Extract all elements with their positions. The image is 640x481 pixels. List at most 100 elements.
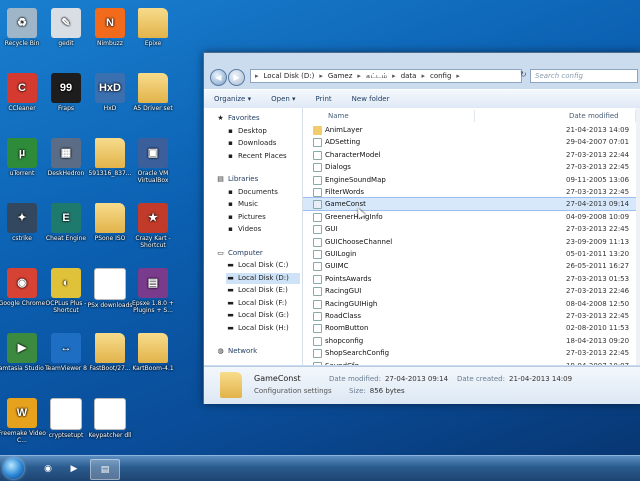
desktop-icon[interactable]: A5 Driver set bbox=[125, 73, 181, 112]
search-input[interactable]: Search config bbox=[530, 69, 638, 83]
nav-item[interactable]: ▬ Local Disk (E:) bbox=[226, 285, 288, 296]
file-row[interactable]: GUIMC26-05-2011 16:27XML Document28 bbox=[303, 260, 640, 272]
file-row[interactable]: PointsAwards27-03-2013 01:53XML Document… bbox=[303, 273, 640, 285]
breadcrumb-item[interactable]: Local Disk (D:) bbox=[264, 72, 315, 80]
refresh-icon[interactable]: ↻ bbox=[520, 70, 528, 82]
column-header[interactable]: Name bbox=[325, 110, 475, 122]
folder-icon bbox=[138, 8, 168, 38]
file-name: CharacterModel bbox=[325, 150, 381, 159]
file-row[interactable]: RoadClass27-03-2013 22:45XML Document13 bbox=[303, 310, 640, 322]
desktop-icon[interactable]: ▣ Oracle VM VirtualBox bbox=[125, 138, 181, 184]
taskbar-item[interactable]: ▶ bbox=[64, 459, 84, 478]
nav-item[interactable]: ▪ Videos bbox=[226, 224, 261, 235]
column-header[interactable]: Date modified bbox=[566, 110, 636, 122]
file-date: 19-04-2007 10:07 bbox=[566, 360, 636, 365]
file-row[interactable]: GameConst27-04-2013 09:14Configuration s… bbox=[303, 197, 640, 212]
folder-icon: ▪ bbox=[228, 187, 233, 196]
winrar-archive-icon: ▤ bbox=[138, 268, 168, 298]
command-bar: Organize ▾ Open ▾ Print New folder bbox=[204, 89, 640, 109]
breadcrumb-item[interactable]: config bbox=[430, 72, 451, 80]
file-row[interactable]: RacingGUIHigh08-04-2008 12:50XML Documen… bbox=[303, 298, 640, 310]
folder-icon: ▪ bbox=[228, 225, 233, 233]
file-name: RacingGUIHigh bbox=[325, 299, 378, 308]
back-button[interactable]: ◀ bbox=[210, 69, 227, 86]
xml-file-icon bbox=[313, 237, 322, 247]
nav-item-label: Local Disk (H:) bbox=[238, 323, 289, 332]
drive-icon: ▬ bbox=[227, 311, 234, 319]
nav-item[interactable]: ★ Favorites bbox=[216, 113, 259, 124]
chevron-right-icon[interactable]: ▸ bbox=[421, 72, 425, 80]
nav-item[interactable]: ▪ Music bbox=[226, 199, 258, 210]
file-name: FilterWords bbox=[325, 188, 364, 196]
desktop-icon[interactable]: ▤ Epsxe 1.8.0 + Plugins + S... bbox=[125, 268, 181, 314]
file-row[interactable]: EngineSoundMap09-11-2005 13:06XML Docume… bbox=[303, 174, 640, 186]
toolbar-item[interactable]: Print bbox=[306, 95, 342, 103]
file-row[interactable]: RacingGUI27-03-2013 22:46XML Document175 bbox=[303, 285, 640, 297]
nav-item[interactable]: ▬ Local Disk (C:) bbox=[226, 260, 288, 271]
nav-item[interactable]: ◍ Network bbox=[216, 346, 257, 357]
nav-item[interactable]: ▬ Local Disk (F:) bbox=[226, 298, 287, 309]
taskbar-item[interactable]: ◉ bbox=[38, 459, 58, 478]
nav-item[interactable]: ▪ Documents bbox=[226, 187, 278, 198]
start-button[interactable] bbox=[3, 458, 24, 479]
hex-editor-icon: HxD bbox=[95, 73, 125, 103]
chevron-right-icon[interactable]: ▸ bbox=[319, 72, 323, 80]
xml-file-icon bbox=[313, 336, 322, 346]
ccleaner-icon: C bbox=[7, 73, 37, 103]
nav-item[interactable]: ▬ Local Disk (G:) bbox=[226, 310, 289, 321]
nav-item[interactable]: ▬ Local Disk (D:) bbox=[226, 272, 300, 284]
xml-file-icon bbox=[313, 175, 322, 185]
toolbar-item[interactable]: Open ▾ bbox=[261, 95, 305, 103]
toolbar-item[interactable]: New folder bbox=[342, 95, 400, 103]
nav-item[interactable]: ▪ Recent Places bbox=[226, 151, 287, 162]
breadcrumb-item[interactable]: Gamez bbox=[328, 72, 353, 80]
nav-item[interactable]: ▤ Libraries bbox=[216, 174, 258, 185]
file-date: 09-11-2005 13:06 bbox=[566, 175, 630, 184]
forward-button[interactable]: ▶ bbox=[228, 69, 245, 86]
address-bar[interactable]: ▸ Local Disk (D:) ▸ Gamez ▸ கட்டம் ▸ data ▸ confi… bbox=[250, 69, 522, 83]
folder-icon: ▪ bbox=[228, 212, 233, 221]
file-name: RoomButton bbox=[325, 324, 369, 333]
nav-item[interactable]: ▭ Computer bbox=[216, 248, 263, 259]
file-row[interactable]: GUILogin05-01-2011 13:20XML Document1 bbox=[303, 248, 640, 260]
file-name: EngineSoundMap bbox=[325, 175, 386, 184]
file-row[interactable]: ADSetting29-04-2007 07:01XML Document1 bbox=[303, 136, 640, 148]
file-row[interactable]: CharacterModel27-03-2013 22:44XML Docume… bbox=[303, 149, 640, 161]
chevron-right-icon[interactable]: ▸ bbox=[392, 72, 396, 80]
file-row[interactable]: ShopSearchConfig27-03-2013 22:45XML Docu… bbox=[303, 347, 640, 359]
desktop-icon[interactable]: Keypatcher dll bbox=[82, 398, 138, 439]
chevron-right-icon[interactable]: ▸ bbox=[357, 72, 361, 80]
file-row[interactable]: GreenerHingInfo04-09-2008 10:09XML Docum… bbox=[303, 211, 640, 223]
nav-item-label: Local Disk (C:) bbox=[238, 261, 289, 269]
breadcrumb-item[interactable]: data bbox=[401, 72, 417, 80]
nav-item[interactable]: ▪ Desktop bbox=[226, 126, 267, 137]
nav-item[interactable]: ▬ Local Disk (H:) bbox=[226, 323, 289, 334]
taskbar-item[interactable]: ▤ bbox=[90, 459, 120, 480]
desktop-icon-label: A5 Driver set bbox=[133, 105, 173, 112]
deskhedron-icon: ▦ bbox=[51, 138, 81, 168]
file-row[interactable]: Dialogs27-03-2013 22:45XML Document227 bbox=[303, 161, 640, 173]
breadcrumb-item[interactable]: கட்டம் bbox=[366, 72, 387, 81]
folder-icon bbox=[313, 126, 322, 135]
xml-file-icon bbox=[313, 299, 322, 309]
xml-file-icon bbox=[313, 163, 322, 173]
file-row[interactable]: SoundCfg19-04-2007 10:07XML Document1 bbox=[303, 360, 640, 365]
desktop-icon-label: Epixe bbox=[144, 40, 162, 47]
chevron-right-icon[interactable]: ▸ bbox=[456, 72, 460, 80]
xml-file-icon bbox=[313, 138, 322, 148]
nav-item[interactable]: ▪ Pictures bbox=[226, 212, 266, 223]
file-row[interactable]: RoomButton02-08-2010 11:53XML Document1 bbox=[303, 322, 640, 334]
desktop-icon-label: KartBoom-4.1 bbox=[132, 365, 174, 372]
vertical-scrollbar[interactable] bbox=[636, 108, 640, 365]
file-row[interactable]: shopconfig18-04-2013 09:20XML Document2,… bbox=[303, 335, 640, 347]
file-row[interactable]: GUI27-03-2013 22:45XML Document966 bbox=[303, 223, 640, 235]
toolbar-item[interactable]: Organize ▾ bbox=[204, 95, 261, 103]
desktop-icon[interactable]: Epixe bbox=[125, 8, 181, 47]
desktop-icon[interactable]: KartBoom-4.1 bbox=[125, 333, 181, 372]
nav-item[interactable]: ▪ Downloads bbox=[226, 138, 276, 149]
xml-file-icon bbox=[313, 262, 322, 272]
file-row[interactable]: AnimLayer21-04-2013 14:09File folder bbox=[303, 124, 640, 136]
file-row[interactable]: GUIChooseChannel23-09-2009 11:13XML Docu… bbox=[303, 236, 640, 248]
desktop-icon[interactable]: ★ Crazy Kart - Shortcut bbox=[125, 203, 181, 249]
file-row[interactable]: FilterWords27-03-2013 22:45XML Document1… bbox=[303, 186, 640, 198]
